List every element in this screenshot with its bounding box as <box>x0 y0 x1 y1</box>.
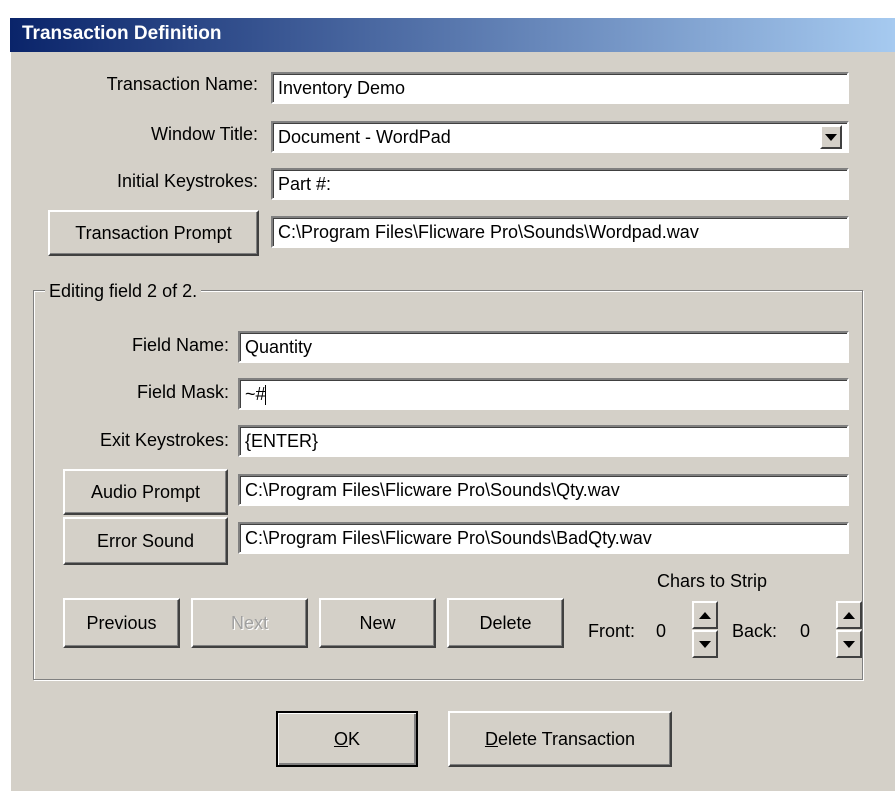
front-value: 0 <box>656 621 667 641</box>
back-spin-down-button[interactable] <box>836 630 862 658</box>
audio-prompt-field[interactable]: C:\Program Files\Flicware Pro\Sounds\Qty… <box>238 474 849 506</box>
back-value: 0 <box>800 621 811 641</box>
ok-label: OK <box>333 728 361 749</box>
transaction-name-label: Transaction Name: <box>106 74 258 94</box>
arrow-down-icon <box>843 640 855 648</box>
initial-keystrokes-label: Initial Keystrokes: <box>116 171 258 191</box>
chevron-down-icon <box>825 133 837 141</box>
arrow-up-icon <box>843 611 855 619</box>
exit-keystrokes-label: Exit Keystrokes: <box>99 430 229 450</box>
exit-keystrokes-field[interactable]: {ENTER} <box>238 425 849 457</box>
back-spin-up-button[interactable] <box>836 601 862 629</box>
field-mask-field[interactable]: ~# <box>238 378 849 410</box>
field-mask-value: ~# <box>245 384 266 404</box>
next-button[interactable]: Next <box>191 598 308 648</box>
transaction-prompt-button[interactable]: Transaction Prompt <box>48 210 259 256</box>
transaction-name-field[interactable]: Inventory Demo <box>271 72 849 104</box>
new-button[interactable]: New <box>319 598 436 648</box>
chars-to-strip-label: Chars to Strip <box>657 571 768 591</box>
arrow-up-icon <box>699 611 711 619</box>
back-label: Back: <box>732 621 778 641</box>
arrow-down-icon <box>699 640 711 648</box>
error-sound-button[interactable]: Error Sound <box>63 517 228 565</box>
error-sound-field[interactable]: C:\Program Files\Flicware Pro\Sounds\Bad… <box>238 522 849 554</box>
field-name-field[interactable]: Quantity <box>238 331 849 363</box>
initial-keystrokes-field[interactable]: Part #: <box>271 168 849 200</box>
transaction-prompt-field[interactable]: C:\Program Files\Flicware Pro\Sounds\Wor… <box>271 216 849 248</box>
ok-button[interactable]: OK <box>276 711 418 767</box>
audio-prompt-button[interactable]: Audio Prompt <box>63 469 228 515</box>
field-name-label: Field Name: <box>131 335 229 355</box>
window-title-select[interactable]: Document - WordPad <box>271 121 849 153</box>
front-spin-up-button[interactable] <box>692 601 718 629</box>
window-title: Transaction Definition <box>22 23 222 44</box>
previous-button[interactable]: Previous <box>63 598 180 648</box>
window-title-dropdown-button[interactable] <box>820 125 842 149</box>
text-caret <box>264 385 266 406</box>
window-title-label: Window Title: <box>150 124 258 144</box>
front-spin-down-button[interactable] <box>692 630 718 658</box>
delete-button[interactable]: Delete <box>447 598 564 648</box>
window-title-value: Document - WordPad <box>278 127 451 147</box>
editing-field-legend: Editing field 2 of 2. <box>45 281 202 302</box>
front-label: Front: <box>588 621 636 641</box>
field-mask-label: Field Mask: <box>136 382 229 402</box>
title-bar: Transaction Definition <box>10 18 895 52</box>
delete-transaction-button[interactable]: Delete Transaction <box>448 711 672 767</box>
delete-transaction-label: Delete Transaction <box>484 728 636 749</box>
